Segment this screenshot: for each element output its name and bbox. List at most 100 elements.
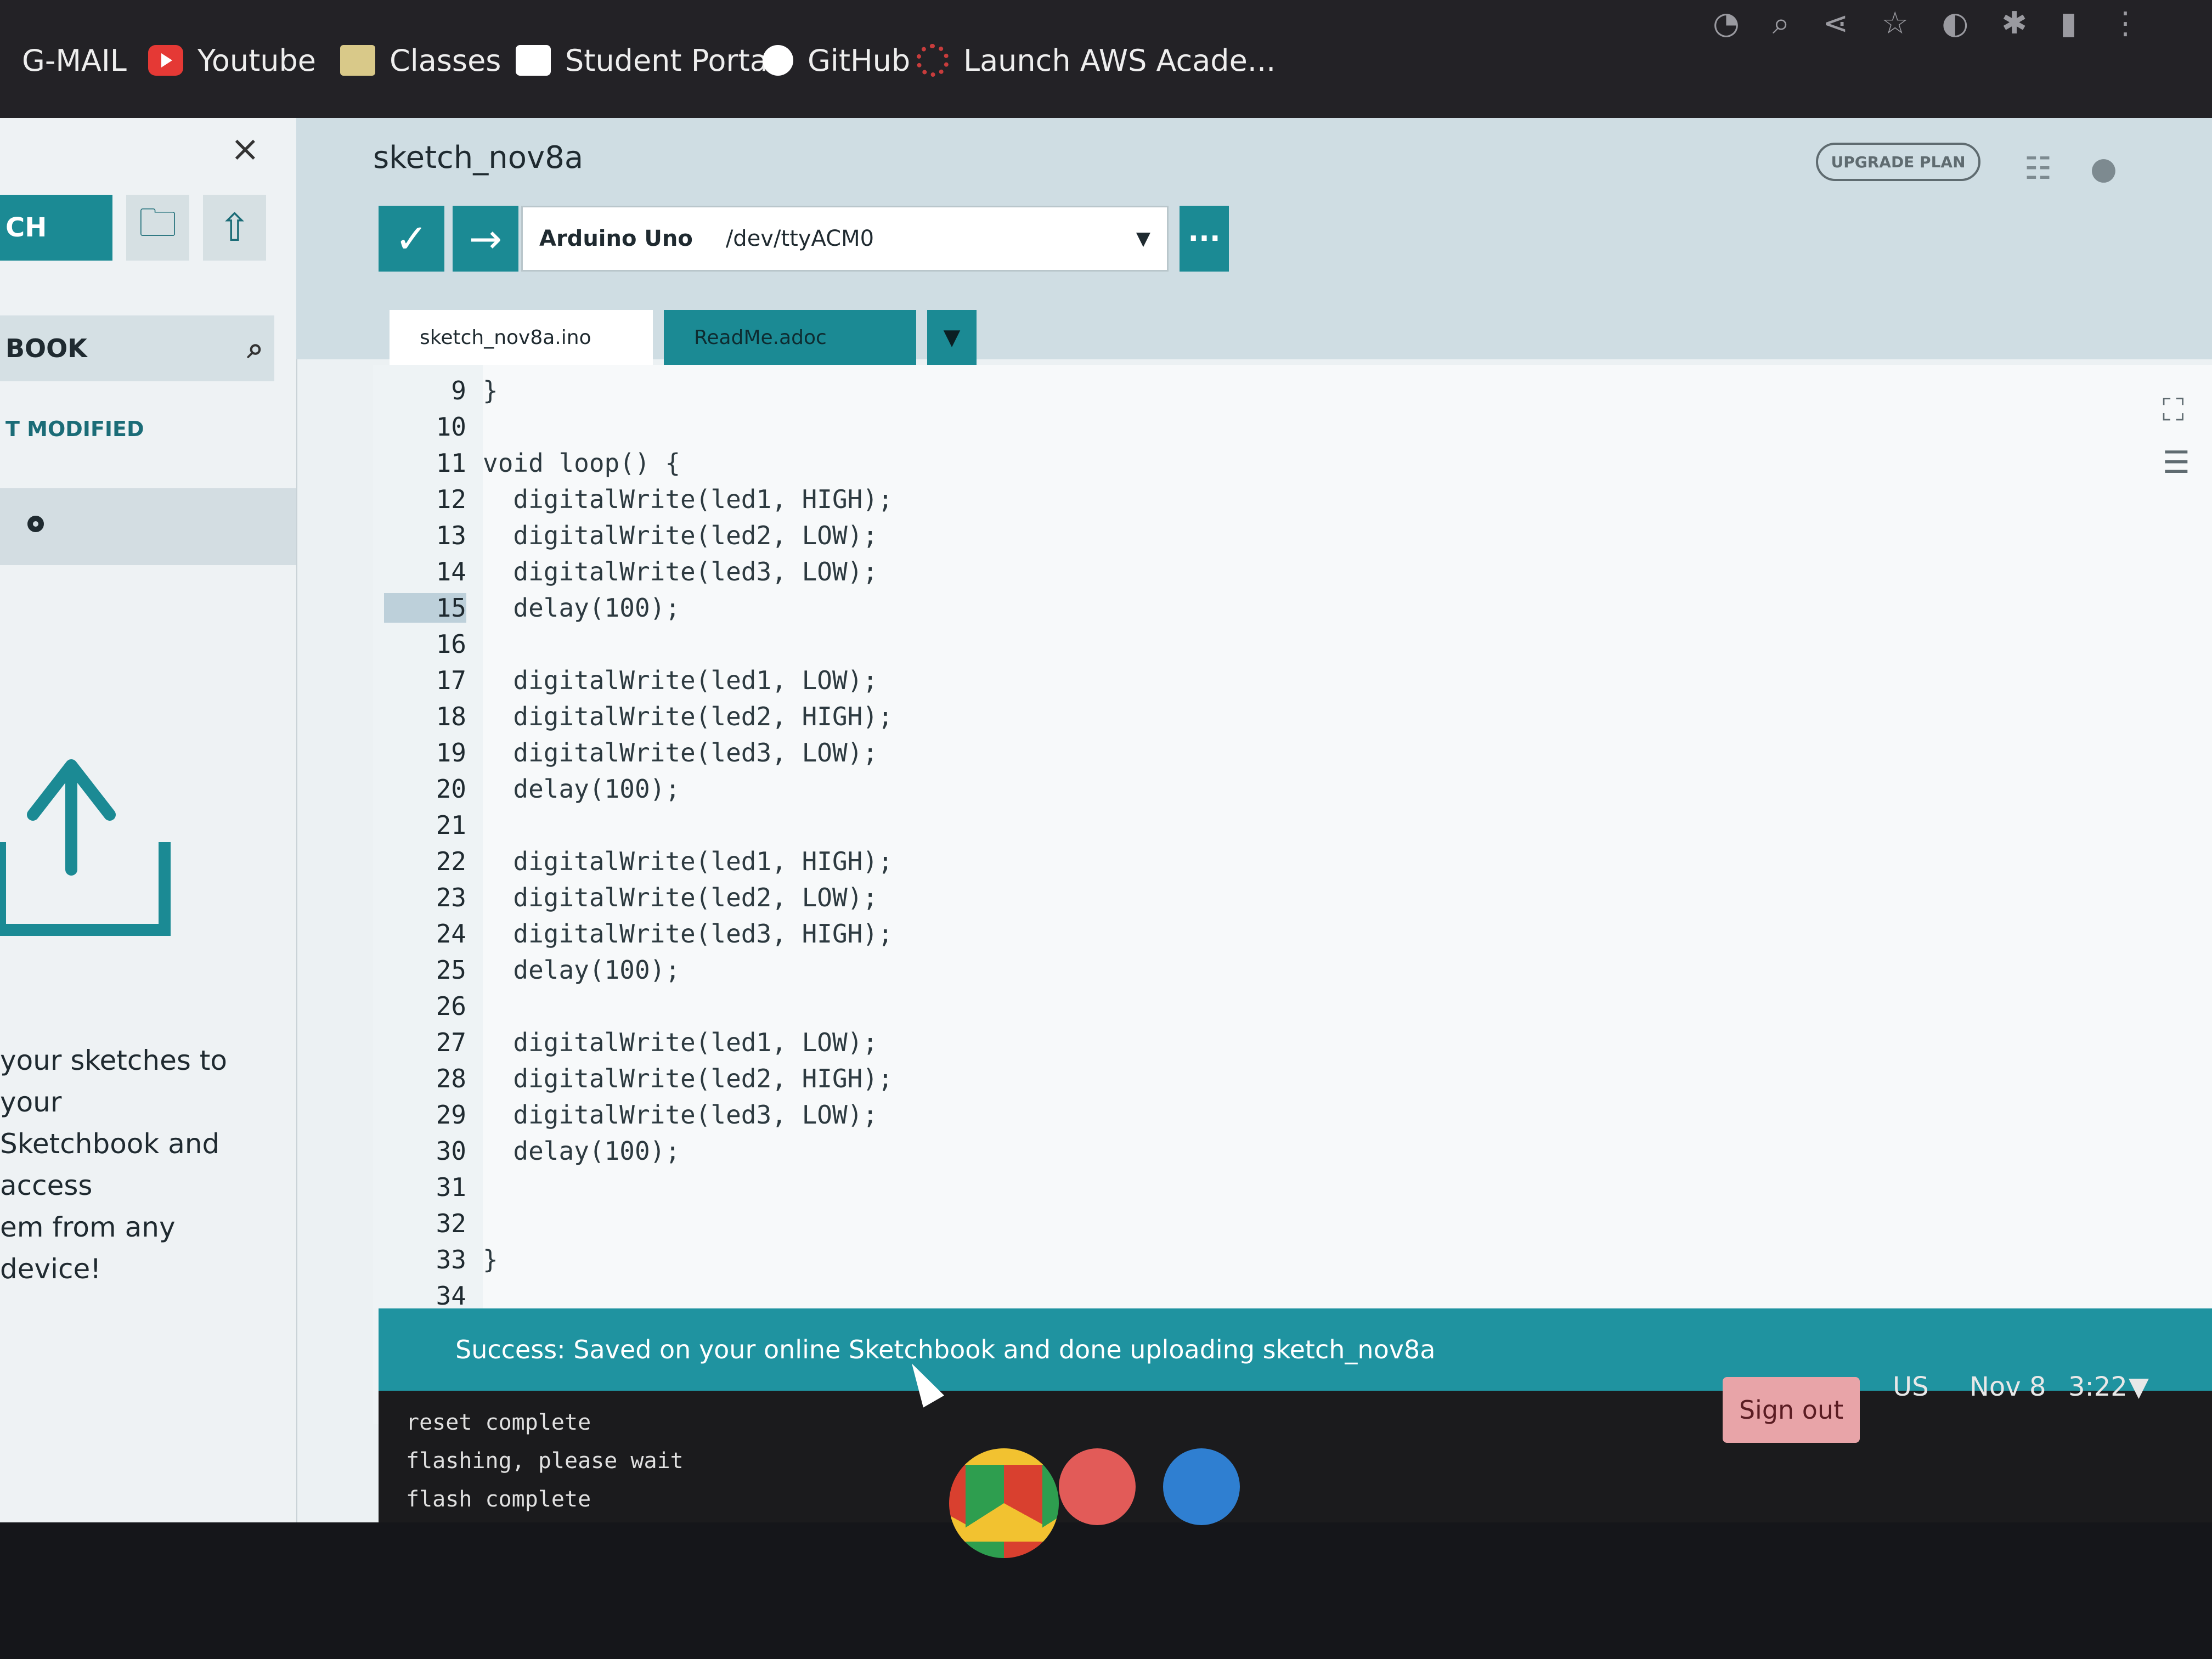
date-indicator[interactable]: Nov 8 bbox=[1970, 1372, 2046, 1402]
star-icon[interactable]: ☆ bbox=[1881, 5, 1909, 42]
code-line: 32 bbox=[373, 1209, 1361, 1245]
zoom-icon[interactable]: ⌕ bbox=[1773, 5, 1790, 42]
new-sketch-button[interactable]: CH bbox=[0, 195, 112, 261]
menu-icon[interactable]: ⋮ bbox=[2110, 5, 2141, 42]
chevron-down-icon: ▼ bbox=[1136, 228, 1150, 250]
code-line: 26 bbox=[373, 991, 1361, 1028]
screen: G-MAIL Youtube Classes Student Portal Gi… bbox=[0, 0, 2212, 1659]
time-indicator[interactable]: 3:22 bbox=[2068, 1372, 2128, 1402]
locale-indicator[interactable]: US bbox=[1893, 1372, 1929, 1402]
sketch-title[interactable]: sketch_nov8a bbox=[373, 140, 583, 176]
sort-label[interactable]: T MODIFIED bbox=[5, 417, 144, 441]
code-line: 14 digitalWrite(led3, LOW); bbox=[373, 557, 1361, 593]
sketchbook-promo: your sketches to your Sketchbook and acc… bbox=[0, 1040, 274, 1290]
bookmark-label: Launch AWS Acade... bbox=[963, 43, 1276, 78]
verify-button[interactable]: ✓ bbox=[379, 206, 444, 272]
bookmark-gmail[interactable]: G-MAIL bbox=[22, 38, 127, 82]
code-text: digitalWrite(led1, HIGH); bbox=[483, 847, 893, 876]
line-number: 16 bbox=[436, 629, 466, 659]
bookmark-student-portal[interactable]: Student Portal bbox=[516, 38, 776, 82]
code-text: digitalWrite(led3, HIGH); bbox=[483, 919, 893, 949]
code-text: } bbox=[483, 376, 498, 405]
line-number: 25 bbox=[436, 955, 466, 985]
status-dot-icon bbox=[27, 516, 44, 532]
app-icon[interactable] bbox=[1163, 1448, 1240, 1525]
code-text: digitalWrite(led2, HIGH); bbox=[483, 1064, 893, 1093]
upgrade-plan-button[interactable]: UPGRADE PLAN bbox=[1816, 143, 1980, 181]
search-icon[interactable]: ⌕ bbox=[247, 332, 263, 365]
tab-readme[interactable]: ReadMe.adoc bbox=[664, 310, 916, 365]
more-button[interactable]: ··· bbox=[1180, 206, 1229, 272]
share-icon[interactable]: ⋖ bbox=[1822, 5, 1848, 42]
arduino-editor-window: × CH 🗀 ⇧ BOOK ⌕ T MODIFIED your sketches… bbox=[0, 118, 2212, 1522]
code-text: delay(100); bbox=[483, 1136, 681, 1166]
line-number: 13 bbox=[436, 521, 466, 550]
code-line: 25 delay(100); bbox=[373, 955, 1361, 991]
code-text: digitalWrite(led2, LOW); bbox=[483, 883, 878, 912]
code-line: 22 digitalWrite(led1, HIGH); bbox=[373, 847, 1361, 883]
close-icon[interactable]: × bbox=[230, 129, 260, 170]
extension-icon[interactable]: ◐ bbox=[1942, 5, 1968, 42]
sketch-list-item[interactable] bbox=[0, 488, 296, 565]
wifi-icon[interactable]: ▼ bbox=[2129, 1372, 2149, 1402]
code-line: 20 delay(100); bbox=[373, 774, 1361, 810]
code-line: 21 bbox=[373, 810, 1361, 847]
fullscreen-icon[interactable]: ⛶ bbox=[2163, 392, 2190, 428]
upload-button[interactable]: → bbox=[453, 206, 518, 272]
line-number: 17 bbox=[436, 665, 466, 695]
line-number: 27 bbox=[436, 1028, 466, 1057]
code-line: 19 digitalWrite(led3, LOW); bbox=[373, 738, 1361, 774]
code-text: digitalWrite(led2, HIGH); bbox=[483, 702, 893, 731]
line-number: 34 bbox=[436, 1281, 466, 1311]
code-line: 24 digitalWrite(led3, HIGH); bbox=[373, 919, 1361, 955]
line-number: 32 bbox=[436, 1209, 466, 1238]
classes-icon bbox=[340, 45, 375, 76]
import-button[interactable]: ⇧ bbox=[203, 195, 266, 261]
bookmark-aws[interactable]: Launch AWS Acade... bbox=[916, 38, 1276, 82]
check-icon: ✓ bbox=[394, 216, 428, 262]
chrome-icon[interactable] bbox=[949, 1448, 1059, 1558]
code-line: 15 delay(100); bbox=[373, 593, 1361, 629]
new-folder-button[interactable]: 🗀 bbox=[126, 195, 189, 261]
bookmark-youtube[interactable]: Youtube bbox=[148, 38, 316, 82]
lens-icon[interactable]: ◔ bbox=[1713, 5, 1740, 42]
file-tabs: sketch_nov8a.ino ReadMe.adoc ▼ bbox=[390, 310, 977, 365]
board-selector[interactable]: Arduino Uno /dev/ttyACM0 ▼ bbox=[521, 206, 1169, 272]
bookmark-label: Classes bbox=[390, 43, 501, 78]
canvas-icon[interactable] bbox=[1059, 1448, 1136, 1525]
bookmark-github[interactable]: GitHub bbox=[763, 38, 910, 82]
line-number: 11 bbox=[436, 448, 466, 478]
arrow-right-icon: → bbox=[469, 216, 503, 262]
code-line: 18 digitalWrite(led2, HIGH); bbox=[373, 702, 1361, 738]
sidepanel-icon[interactable]: ▮ bbox=[2060, 5, 2077, 42]
line-number: 28 bbox=[436, 1064, 466, 1093]
code-line: 10 bbox=[373, 412, 1361, 448]
line-number: 20 bbox=[436, 774, 466, 804]
indent-icon[interactable]: ☰ bbox=[2163, 445, 2190, 481]
tabs-menu-button[interactable]: ▼ bbox=[927, 310, 977, 365]
editor-side-icons: ⛶ ☰ bbox=[2163, 392, 2190, 481]
code-text: digitalWrite(led1, HIGH); bbox=[483, 484, 893, 514]
status-message: Success: Saved on your online Sketchbook… bbox=[455, 1335, 1436, 1364]
aws-icon bbox=[916, 44, 949, 77]
code-line: 11 void loop() { bbox=[373, 448, 1361, 484]
line-number: 30 bbox=[436, 1136, 466, 1166]
apps-grid-icon[interactable]: ☷ bbox=[2024, 151, 2052, 187]
avatar[interactable]: ● bbox=[2090, 151, 2117, 187]
sign-out-button[interactable]: Sign out bbox=[1723, 1377, 1860, 1443]
bookmark-classes[interactable]: Classes bbox=[340, 38, 501, 82]
code-text: delay(100); bbox=[483, 955, 681, 985]
code-editor[interactable]: 9} 10 11 void loop() {12 digitalWrite(led1,… bbox=[373, 365, 2212, 1424]
tab-label: sketch_nov8a.ino bbox=[420, 326, 591, 349]
console-line: reset complete bbox=[406, 1410, 591, 1435]
tab-sketch-ino[interactable]: sketch_nov8a.ino bbox=[390, 310, 653, 365]
code-line: 13 digitalWrite(led2, LOW); bbox=[373, 521, 1361, 557]
code-text: delay(100); bbox=[483, 774, 681, 804]
code-line: 12 digitalWrite(led1, HIGH); bbox=[373, 484, 1361, 521]
code-text: } bbox=[483, 1245, 498, 1274]
editor-toolbar: sketch_nov8a UPGRADE PLAN ☷ ● ✓ → Arduin… bbox=[296, 118, 2212, 365]
puzzle-icon[interactable]: ✱ bbox=[2001, 5, 2027, 42]
line-number: 12 bbox=[436, 484, 466, 514]
cloud-upload-icon bbox=[0, 759, 171, 936]
line-number: 14 bbox=[436, 557, 466, 586]
